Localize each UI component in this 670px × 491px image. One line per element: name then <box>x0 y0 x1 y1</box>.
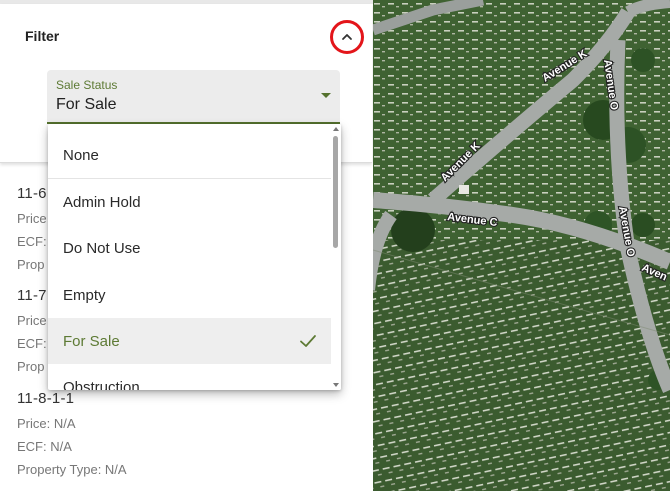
plot-property-type: Prop <box>17 257 45 272</box>
plot-list-item[interactable]: 11-7 Price ECF: Prop <box>17 287 47 374</box>
scroll-down-arrow-icon[interactable] <box>333 383 339 387</box>
menu-item-for-sale[interactable]: For Sale <box>48 318 331 364</box>
filter-title: Filter <box>25 28 60 44</box>
sale-status-menu: None Admin Hold Do Not Use Empty For Sal… <box>48 124 341 390</box>
scrollbar-thumb[interactable] <box>333 136 338 248</box>
menu-item-label: For Sale <box>63 333 120 350</box>
plot-price: Price <box>17 211 47 226</box>
menu-item-do-not-use[interactable]: Do Not Use <box>48 225 331 271</box>
collapse-filter-button[interactable] <box>330 20 364 54</box>
menu-item-label: Empty <box>63 287 106 304</box>
plot-price: Price <box>17 313 47 328</box>
plot-list-item[interactable]: 11-8-1-1 Price: N/A ECF: N/A Property Ty… <box>17 390 127 477</box>
sale-status-value: For Sale <box>56 96 117 113</box>
menu-item-label: Obstruction <box>63 379 140 390</box>
map-view[interactable]: Avenue K Avenue O Avenue K Avenue C Aven… <box>373 0 670 491</box>
plot-price: Price: N/A <box>17 416 76 431</box>
menu-item-label: None <box>63 147 99 164</box>
menu-item-label: Admin Hold <box>63 194 141 211</box>
sale-status-label: Sale Status <box>56 78 118 92</box>
menu-item-label: Do Not Use <box>63 240 141 257</box>
plot-property-type: Prop <box>17 359 45 374</box>
menu-item-obstruction[interactable]: Obstruction <box>48 364 331 390</box>
sale-status-select[interactable]: Sale Status For Sale <box>47 70 340 124</box>
dropdown-arrow-icon <box>321 93 331 98</box>
plot-name: 11-7 <box>17 287 47 304</box>
plot-ecf: ECF: N/A <box>17 439 72 454</box>
plot-ecf: ECF: <box>17 234 47 249</box>
plot-name: 11-8-1-1 <box>17 390 75 407</box>
plot-list-item[interactable]: 11-6 Price ECF: Prop <box>17 185 47 272</box>
menu-item-none[interactable]: None <box>48 132 331 178</box>
satellite-map[interactable]: Avenue K Avenue O Avenue K Avenue C Aven… <box>373 0 670 491</box>
scroll-up-arrow-icon[interactable] <box>333 127 339 131</box>
chevron-up-icon <box>342 34 352 40</box>
menu-scrollbar[interactable] <box>331 124 341 390</box>
checkmark-icon <box>300 335 316 347</box>
plot-ecf: ECF: <box>17 336 47 351</box>
plot-name: 11-6 <box>17 185 47 202</box>
menu-item-admin-hold[interactable]: Admin Hold <box>48 179 331 225</box>
menu-item-empty[interactable]: Empty <box>48 272 331 318</box>
plot-property-type: Property Type: N/A <box>17 462 127 477</box>
